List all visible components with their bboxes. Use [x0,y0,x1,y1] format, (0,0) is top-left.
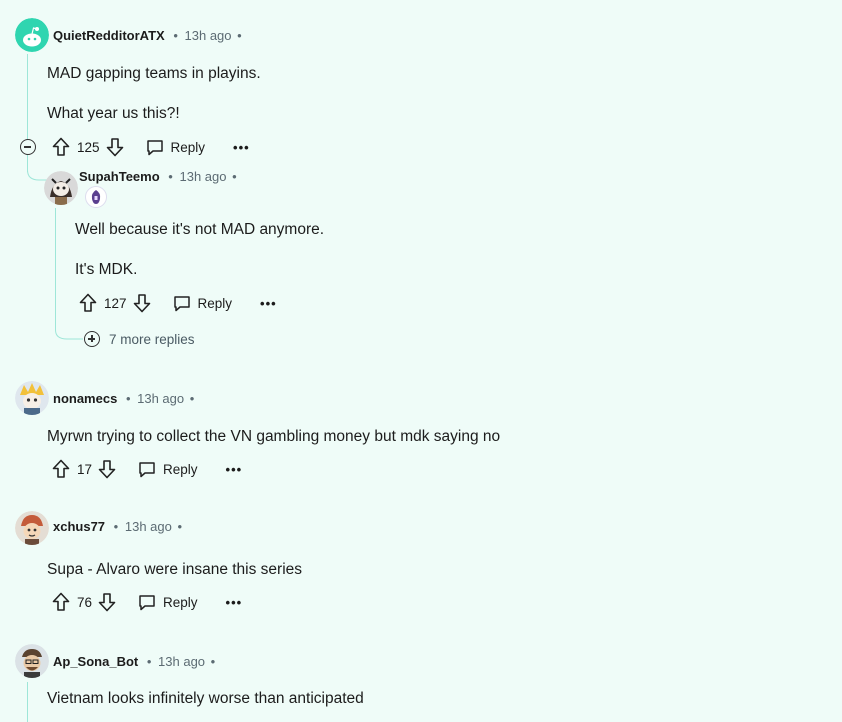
reply-label: Reply [197,295,233,311]
thread-curve [27,160,47,181]
thread-line [55,208,56,330]
avatar[interactable] [15,644,49,678]
downvote-icon[interactable] [133,293,151,313]
downvote-icon[interactable] [98,459,116,479]
comment-author-line: Ap_Sona_Bot • 13h ago • [53,654,215,669]
vote-count: 17 [77,461,93,477]
timestamp[interactable]: 13h ago [179,169,226,184]
avatar[interactable] [15,511,49,545]
reply-icon [139,594,155,610]
username[interactable]: xchus77 [53,519,105,534]
timestamp[interactable]: 13h ago [137,391,184,406]
separator: • [189,391,195,406]
vote-count: 127 [104,295,127,311]
thread-line [27,54,28,140]
collapse-thread-button[interactable] [20,139,36,155]
comment-author-line: xchus77 • 13h ago • [53,519,182,534]
reply-icon [146,139,163,155]
separator: • [177,519,183,534]
comment-author-line: SupahTeemo • 13h ago • [79,169,237,184]
separator: • [125,391,131,406]
timestamp[interactable]: 13h ago [125,519,172,534]
reply-label: Reply [163,461,198,477]
comment-body-line: Supa - Alvaro were insane this series [47,561,303,578]
username[interactable]: SupahTeemo [79,169,160,184]
comment-body-line: Myrwn trying to collect the VN gambling … [47,428,501,445]
separator: • [210,654,216,669]
comment-body-line: Well because it's not MAD anymore. [75,221,325,238]
comment-actions: 127 Reply ••• [79,291,277,315]
upvote-icon[interactable] [52,592,70,612]
comment-body-line: It's MDK. [75,261,138,278]
avatar[interactable] [15,381,49,415]
reply-label: Reply [170,139,206,155]
username[interactable]: nonamecs [53,391,117,406]
reply-icon [173,295,190,311]
separator: • [113,519,119,534]
more-replies-label: 7 more replies [109,331,195,347]
vote-count: 76 [77,594,93,610]
comment-author-line: QuietRedditorATX • 13h ago • [53,28,242,43]
more-options-button[interactable]: ••• [226,462,243,477]
downvote-icon[interactable] [98,592,116,612]
upvote-icon[interactable] [52,137,70,157]
user-flair-icon [85,186,107,208]
separator: • [173,28,178,43]
timestamp[interactable]: 13h ago [185,28,232,43]
separator: • [237,28,242,43]
upvote-icon[interactable] [79,293,97,313]
username[interactable]: Ap_Sona_Bot [53,654,138,669]
downvote-icon[interactable] [106,137,124,157]
more-options-button[interactable]: ••• [233,140,250,155]
thread-curve [55,325,83,340]
reply-button[interactable]: Reply [138,594,198,611]
separator: • [232,169,237,184]
upvote-icon[interactable] [52,459,70,479]
reply-button[interactable]: Reply [138,461,198,478]
comment-actions: 76 Reply ••• [52,590,242,614]
plus-icon [84,331,100,347]
reply-button[interactable]: Reply [146,139,206,156]
comment-actions: 17 Reply ••• [52,457,242,481]
separator: • [146,654,152,669]
thread-line [27,682,28,722]
comment-body-line: MAD gapping teams in playins. [47,65,261,82]
vote-count: 125 [77,139,100,155]
more-replies-button[interactable]: 7 more replies [84,331,195,347]
comment-author-line: nonamecs • 13h ago • [53,391,194,406]
reply-button[interactable]: Reply [173,295,233,312]
username[interactable]: QuietRedditorATX [53,28,165,43]
separator: • [168,169,173,184]
timestamp[interactable]: 13h ago [158,654,205,669]
comment-body-line: Vietnam looks infinitely worse than anti… [47,690,364,707]
comment-body-line: What year us this?! [47,105,180,122]
reply-icon [139,461,155,477]
avatar[interactable] [44,171,78,205]
more-options-button[interactable]: ••• [260,296,277,311]
avatar[interactable] [15,18,49,52]
reply-label: Reply [163,594,198,610]
comment-actions: 125 Reply ••• [52,135,250,159]
more-options-button[interactable]: ••• [226,595,243,610]
